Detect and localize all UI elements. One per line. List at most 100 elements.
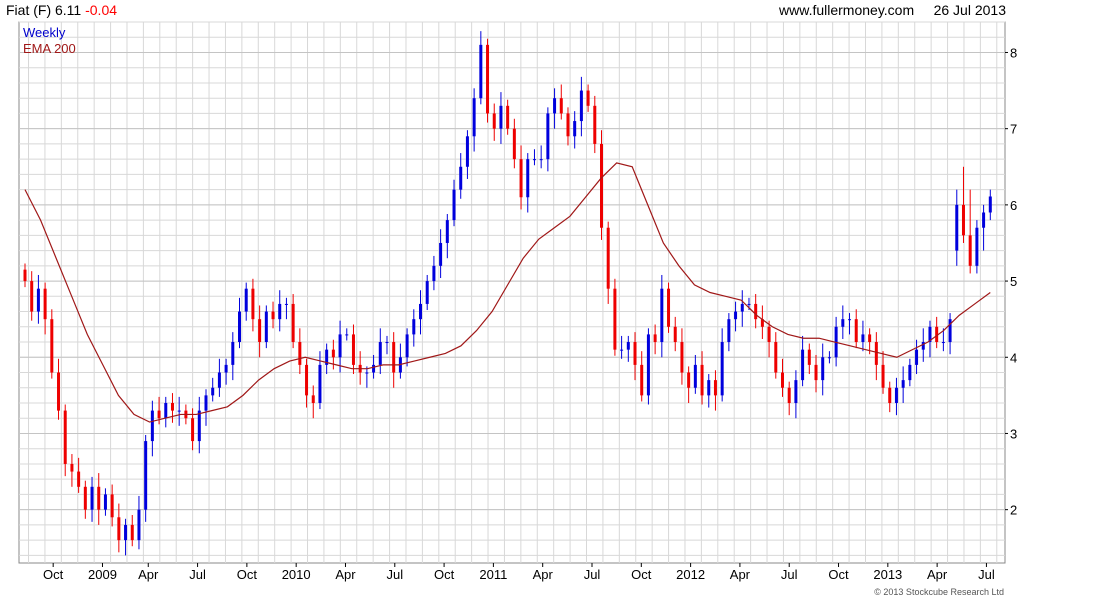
y-tick-label: 8 <box>1010 45 1017 60</box>
candle-down <box>787 387 791 403</box>
candle-up <box>553 98 557 114</box>
candle-up <box>707 380 711 396</box>
candle-up <box>941 342 945 344</box>
candle-up <box>988 196 992 213</box>
candle-up <box>620 349 624 351</box>
candle-down <box>593 105 597 144</box>
x-tick-label: Jul <box>781 567 798 582</box>
candle-down <box>305 364 309 396</box>
x-tick-label: Oct <box>43 567 64 582</box>
y-tick-label: 4 <box>1010 350 1017 365</box>
legend-weekly: Weekly <box>23 25 66 40</box>
candle-down <box>486 44 490 114</box>
candle-up <box>526 159 530 198</box>
x-tick-label: Apr <box>927 567 948 582</box>
candle-up <box>955 204 959 251</box>
candle-up <box>244 288 248 312</box>
candle-down <box>519 159 523 198</box>
candle-up <box>472 98 476 137</box>
candle-up <box>532 159 536 161</box>
candle-up <box>264 311 268 343</box>
candle-up <box>539 159 543 161</box>
candle-down <box>888 387 892 403</box>
candle-up <box>908 364 912 381</box>
candle-down <box>613 288 617 350</box>
candle-up <box>821 357 825 381</box>
candle-down <box>43 288 47 320</box>
candle-up <box>827 357 831 359</box>
candle-down <box>814 364 818 381</box>
candle-down <box>170 402 174 411</box>
x-tick-label: Oct <box>434 567 455 582</box>
candle-up <box>217 372 221 388</box>
candle-down <box>881 364 885 388</box>
y-tick-label: 5 <box>1010 274 1017 289</box>
candle-up <box>103 494 107 510</box>
candle-up <box>646 334 650 396</box>
candle-down <box>559 98 563 114</box>
candle-up <box>439 242 443 266</box>
candle-down <box>713 380 717 396</box>
x-tick-label: 2011 <box>479 567 507 582</box>
candle-up <box>177 410 181 412</box>
candle-down <box>83 486 87 510</box>
legend-ema-200: EMA 200 <box>23 41 76 56</box>
candle-down <box>854 319 858 343</box>
candle-up <box>626 342 630 350</box>
candle-down <box>512 128 516 160</box>
candle-down <box>774 342 778 373</box>
candle-up <box>915 349 919 365</box>
candle-up <box>137 509 141 541</box>
x-tick-label: 2009 <box>88 567 117 582</box>
candle-up <box>861 334 865 343</box>
candle-up <box>445 220 449 243</box>
candle-up <box>747 303 751 305</box>
candle-up <box>921 342 925 350</box>
candle-down <box>110 494 114 518</box>
y-tick-label: 7 <box>1010 122 1017 137</box>
x-tick-label: Oct <box>828 567 849 582</box>
candle-up <box>982 212 986 228</box>
candle-up <box>499 105 503 129</box>
candle-up <box>419 303 423 320</box>
candle-up <box>479 44 483 99</box>
candle-down <box>780 372 784 388</box>
candle-up <box>224 364 228 373</box>
candle-up <box>740 303 744 312</box>
candlestick-chart: 2 3 4 5 6 7 8 Oct 2009 Apr Jul Oct 2010 Apr Jul Oct 2011… <box>18 21 1017 597</box>
candle-down <box>492 113 496 129</box>
candle-down <box>868 334 872 343</box>
candle-down <box>311 395 315 403</box>
candle-up <box>425 281 429 304</box>
x-tick-label: Oct <box>237 567 258 582</box>
candle-down <box>767 326 771 343</box>
x-tick-label: Jul <box>189 567 206 582</box>
candle-down <box>157 410 161 419</box>
candle-down <box>961 204 965 236</box>
candle-down <box>874 342 878 365</box>
candle-down <box>57 372 61 411</box>
plot-area <box>18 21 1006 564</box>
candle-down <box>351 334 355 365</box>
candle-up <box>378 342 382 365</box>
candle-up <box>284 303 288 305</box>
candle-down <box>258 319 262 343</box>
candle-up <box>197 410 201 442</box>
candle-up <box>204 395 208 411</box>
candle-up <box>90 486 94 510</box>
y-tick-label: 2 <box>1010 503 1017 518</box>
candle-up <box>660 288 664 343</box>
x-tick-label: Jul <box>386 567 403 582</box>
candle-down <box>392 342 396 373</box>
candle-up <box>150 410 154 442</box>
x-tick-label: 2012 <box>676 567 705 582</box>
candle-down <box>506 105 510 129</box>
candle-down <box>70 463 74 472</box>
candle-down <box>30 281 34 312</box>
candle-down <box>77 471 81 487</box>
candle-up <box>238 311 242 343</box>
candle-up <box>459 166 463 190</box>
candle-up <box>727 319 731 343</box>
y-tick-label: 6 <box>1010 198 1017 213</box>
candle-up <box>894 387 898 403</box>
